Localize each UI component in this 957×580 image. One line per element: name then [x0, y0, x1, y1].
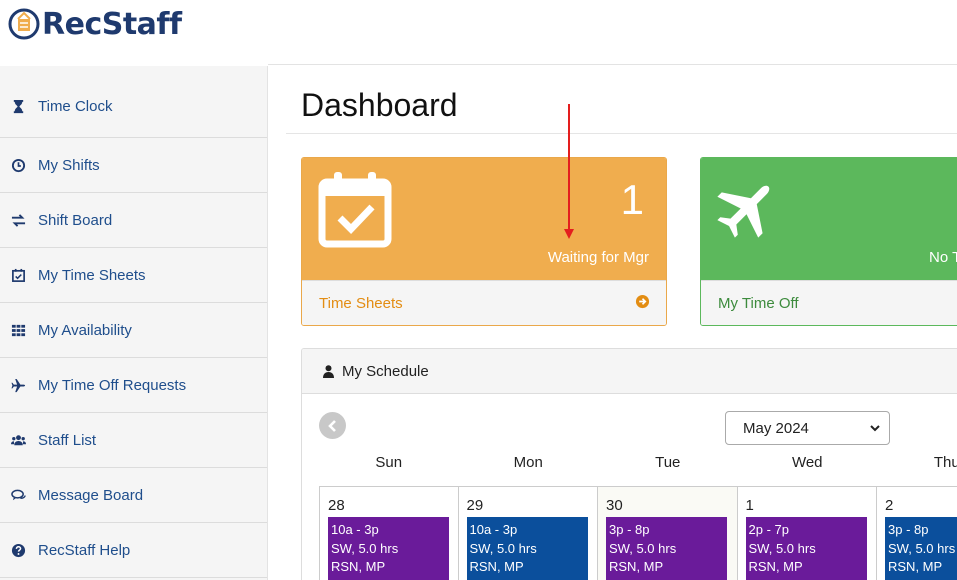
sidebar-item-label: My Time Sheets — [38, 266, 146, 284]
calendar-day[interactable]: 30 3p - 8p SW, 5.0 hrs RSN, MP — [598, 486, 738, 580]
sidebar-item-my-shifts[interactable]: My Shifts — [0, 138, 267, 193]
previous-month-button[interactable] — [319, 412, 346, 439]
sidebar-item-recstaff-help[interactable]: RecStaff Help — [0, 523, 267, 578]
hourglass-icon — [10, 99, 26, 115]
day-number: 1 — [745, 497, 754, 514]
sidebar: Time Clock My Shifts Shift Board My Time… — [0, 66, 268, 580]
recstaff-logo-icon — [8, 8, 40, 40]
shift-block[interactable]: 10a - 3p SW, 5.0 hrs RSN, MP — [328, 517, 449, 580]
exchange-icon — [10, 212, 26, 228]
shift-block[interactable]: 10a - 3p SW, 5.0 hrs RSN, MP — [466, 517, 588, 580]
day-number: 2 — [885, 497, 894, 514]
calendar-day[interactable]: 2 3p - 8p SW, 5.0 hrs RSN, MP — [877, 486, 957, 580]
user-icon — [323, 364, 334, 378]
calendar-day[interactable]: 1 2p - 7p SW, 5.0 hrs RSN, MP — [737, 486, 877, 580]
day-of-week: Mon — [513, 454, 543, 471]
shift-time: 10a - 3p — [331, 522, 379, 537]
sidebar-item-my-availability[interactable]: My Availability — [0, 303, 267, 358]
sidebar-item-staff-list[interactable]: Staff List — [0, 413, 267, 468]
day-number: 29 — [466, 497, 484, 514]
sidebar-item-label: My Availability — [38, 321, 132, 339]
sidebar-item-label: My Time Off Requests — [38, 376, 187, 394]
shift-staff: RSN, MP — [469, 559, 524, 574]
chevron-left-icon — [327, 419, 336, 432]
day-of-week: Tue — [655, 454, 681, 471]
shift-hours: SW, 5.0 hrs — [748, 540, 816, 556]
timesheets-link-label: Time Sheets — [319, 294, 403, 312]
main-content: Dashboard 1 Waiting for Mgr Time Sheets — [268, 65, 957, 580]
day-of-week: Sun — [375, 454, 403, 471]
chevron-down-icon — [870, 425, 880, 432]
shift-time: 2p - 7p — [748, 522, 789, 537]
timesheets-panel-heading: 1 Waiting for Mgr — [302, 158, 666, 280]
plane-icon — [10, 377, 26, 393]
shift-block[interactable]: 3p - 8p SW, 5.0 hrs RSN, MP — [885, 517, 957, 580]
day-of-week: Wed — [791, 454, 823, 471]
shift-block[interactable]: 2p - 7p SW, 5.0 hrs RSN, MP — [745, 517, 867, 580]
question-circle-icon — [10, 542, 26, 558]
sidebar-item-my-time-off-requests[interactable]: My Time Off Requests — [0, 358, 267, 413]
shift-staff: RSN, MP — [888, 559, 943, 574]
sidebar-item-label: RecStaff Help — [38, 541, 131, 559]
shift-hours: SW, 5.0 hrs — [888, 540, 956, 556]
month-select-value: May 2024 — [743, 419, 809, 437]
shift-time: 3p - 8p — [888, 522, 929, 537]
users-icon — [10, 432, 26, 448]
calendar-day[interactable]: 28 10a - 3p SW, 5.0 hrs RSN, MP — [319, 486, 459, 580]
shift-time: 10a - 3p — [469, 522, 518, 537]
shift-hours: SW, 5.0 hrs — [609, 540, 677, 556]
arrow-circle-right-icon — [635, 294, 650, 309]
plane-icon — [717, 185, 770, 238]
schedule-title: My Schedule — [342, 362, 429, 380]
grid-icon — [10, 322, 26, 338]
page-title: Dashboard — [301, 87, 458, 123]
day-number: 28 — [328, 497, 345, 514]
timeoff-panel-heading: No T — [701, 158, 957, 280]
logo[interactable]: RecStaff — [8, 4, 182, 44]
shift-staff: RSN, MP — [331, 559, 386, 574]
timesheets-status: Waiting for Mgr — [547, 249, 649, 266]
timeoff-link-label: My Time Off — [718, 294, 799, 312]
sidebar-item-shift-board[interactable]: Shift Board — [0, 193, 267, 248]
sidebar-item-label: Staff List — [38, 431, 97, 449]
timeoff-status: No T — [929, 249, 957, 266]
day-number: 30 — [606, 497, 623, 514]
timeoff-panel: No T My Time Off — [700, 157, 957, 326]
sidebar-item-label: Shift Board — [38, 211, 113, 229]
shift-time: 3p - 8p — [609, 522, 650, 537]
clock-icon — [10, 157, 26, 173]
schedule-panel: My Schedule May 2024 Sun Mon Tue Wed Thu… — [301, 348, 957, 580]
shift-staff: RSN, MP — [609, 559, 664, 574]
calendar-check-icon — [318, 172, 392, 248]
sidebar-item-my-time-sheets[interactable]: My Time Sheets — [0, 248, 267, 303]
timesheets-panel: 1 Waiting for Mgr Time Sheets — [301, 157, 667, 326]
shift-hours: SW, 5.0 hrs — [331, 540, 399, 556]
brand-name: RecStaff — [42, 6, 182, 42]
comments-icon — [10, 487, 26, 503]
timeoff-link[interactable]: My Time Off — [701, 280, 957, 325]
shift-staff: RSN, MP — [748, 559, 803, 574]
sidebar-item-label: Message Board — [38, 486, 144, 504]
calendar-check-icon — [10, 267, 26, 283]
sidebar-item-time-clock[interactable]: Time Clock — [0, 66, 267, 138]
title-divider — [286, 133, 957, 134]
schedule-heading: My Schedule — [302, 349, 957, 394]
calendar-day[interactable]: 29 10a - 3p SW, 5.0 hrs RSN, MP — [458, 486, 598, 580]
month-select[interactable]: May 2024 — [725, 411, 890, 445]
sidebar-item-message-board[interactable]: Message Board — [0, 468, 267, 523]
day-of-week: Thu — [933, 454, 957, 471]
timesheets-link[interactable]: Time Sheets — [302, 280, 666, 325]
calendar-week-row: 28 10a - 3p SW, 5.0 hrs RSN, MP 29 10a -… — [319, 486, 957, 580]
timesheets-count: 1 — [620, 176, 644, 223]
sidebar-item-label: My Shifts — [38, 156, 100, 174]
shift-hours: SW, 5.0 hrs — [469, 540, 537, 556]
shift-block[interactable]: 3p - 8p SW, 5.0 hrs RSN, MP — [606, 517, 727, 580]
days-of-week-row: Sun Mon Tue Wed Thu — [319, 454, 957, 471]
sidebar-item-label: Time Clock — [38, 98, 113, 115]
